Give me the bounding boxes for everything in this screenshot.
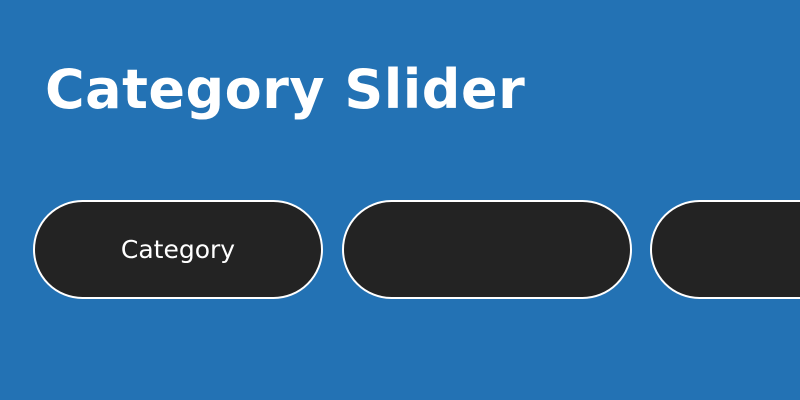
category-item-2[interactable]	[342, 200, 632, 299]
category-slider-page: Category Slider Category	[0, 0, 800, 400]
category-item-label: Category	[120, 235, 236, 264]
category-item-3[interactable]	[650, 200, 800, 299]
page-title: Category Slider	[45, 58, 526, 121]
category-slider[interactable]: Category	[0, 200, 800, 300]
category-item-1[interactable]: Category	[33, 200, 323, 299]
